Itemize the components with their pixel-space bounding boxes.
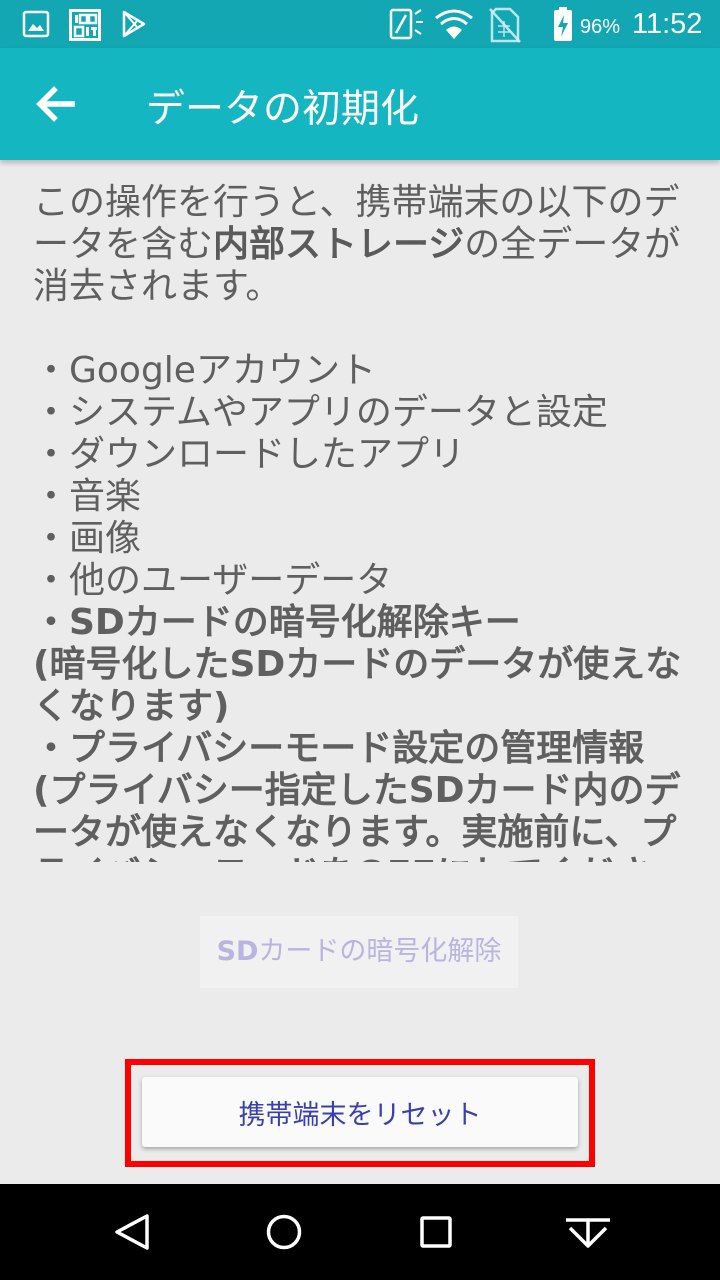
description-scroll-area[interactable]: この操作を行うと、携帯端末の以下のデータを含む内部ストレージの全データが消去され… xyxy=(33,160,693,862)
erased-data-list: ・Googleアカウント ・システムやアプリのデータと設定 ・ダウンロードしたア… xyxy=(33,350,693,862)
iconit-icon xyxy=(69,9,101,41)
home-icon xyxy=(266,1214,302,1250)
list-item: ・Googleアカウント xyxy=(33,350,376,391)
sd-decrypt-button[interactable]: SDカードの暗号化解除 xyxy=(200,916,518,988)
nav-recents-button[interactable] xyxy=(408,1204,464,1260)
clock: 11:52 xyxy=(632,8,703,40)
list-item: ・ダウンロードしたアプリ xyxy=(33,434,466,475)
arrow-left-icon xyxy=(36,86,75,122)
sd-key-label: ・SDカードの暗号化解除キー xyxy=(33,602,521,643)
back-button[interactable] xyxy=(24,72,88,136)
battery-charging-icon xyxy=(554,7,572,41)
sd-key-note: (暗号化したSDカードのデータが使えなくなります) xyxy=(33,644,682,727)
wifi-icon xyxy=(435,9,473,39)
privacy-label: ・プライバシーモード設定の管理情報 xyxy=(33,728,645,769)
nav-back-button[interactable] xyxy=(104,1204,160,1260)
back-icon xyxy=(115,1214,149,1250)
list-item: ・他のユーザーデータ xyxy=(33,560,393,601)
intro-text: この操作を行うと、携帯端末の以下のデータを含む内部ストレージの全データが消去され… xyxy=(33,182,693,308)
list-item-privacy: ・プライバシーモード設定の管理情報 (プライバシー指定したSDカード内のデータが… xyxy=(33,728,693,862)
image-icon xyxy=(22,10,50,38)
nav-home-button[interactable] xyxy=(256,1204,312,1260)
privacy-note: (プライバシー指定したSDカード内のデータが使えなくなります。実施前に、プライバ… xyxy=(33,770,681,862)
navigation-bar xyxy=(0,1184,720,1280)
sd-decrypt-label: カードの暗号化解除 xyxy=(258,936,502,967)
battery-percent: 96% xyxy=(580,16,621,38)
list-item: ・システムやアプリのデータと設定 xyxy=(33,392,608,433)
nav-hide-button[interactable] xyxy=(560,1204,616,1260)
sd-decrypt-prefix: SD xyxy=(216,936,259,967)
status-bar: 96% 11:52 xyxy=(0,0,720,48)
intro-text-bold: 内部ストレージ xyxy=(213,224,465,265)
play-store-icon xyxy=(122,10,146,38)
recents-icon xyxy=(420,1216,452,1248)
reset-device-button[interactable]: 携帯端末をリセット xyxy=(142,1077,578,1147)
sim-signal-icon xyxy=(389,8,423,40)
app-bar: データの初期化 xyxy=(0,48,720,160)
list-item: ・音楽 xyxy=(33,476,142,517)
list-item: ・画像 xyxy=(33,518,142,559)
page-title: データの初期化 xyxy=(146,87,420,132)
no-sim-icon xyxy=(489,7,521,43)
hide-nav-icon xyxy=(566,1218,610,1248)
list-item-sd-key: ・SDカードの暗号化解除キー (暗号化したSDカードのデータが使えなくなります) xyxy=(33,602,693,728)
